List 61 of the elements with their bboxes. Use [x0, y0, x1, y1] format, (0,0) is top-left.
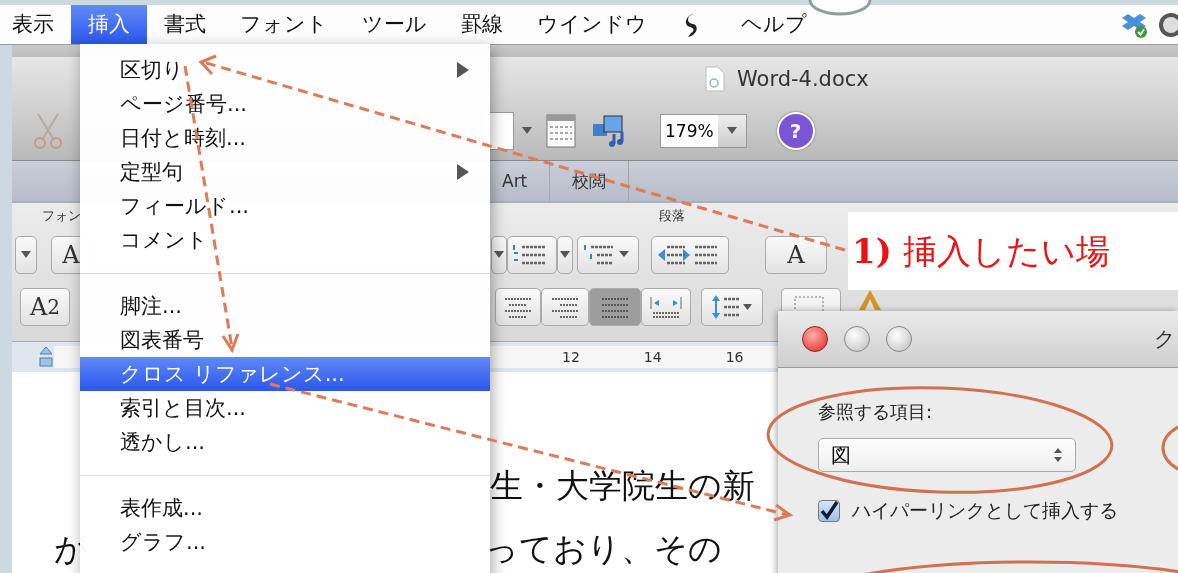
align-button[interactable]	[495, 288, 541, 326]
multilevel-list-button[interactable]	[577, 236, 639, 274]
dropdown-button[interactable]	[491, 236, 507, 274]
submenu-arrow-icon	[456, 163, 470, 181]
checkmark-icon	[819, 501, 839, 521]
status-icon[interactable]	[1158, 11, 1178, 38]
line-spacing-icon	[710, 293, 754, 321]
menu-item[interactable]: 索引と目次...	[80, 391, 490, 425]
menu-item[interactable]: 透かし...	[80, 425, 490, 459]
stepper-arrows-icon	[1053, 446, 1063, 464]
menu-item[interactable]: 表作成...	[80, 491, 490, 525]
ruler-number: 12	[562, 349, 580, 365]
numbered-list-button[interactable]	[507, 236, 557, 274]
menu-item[interactable]: 図表番号	[80, 323, 490, 357]
minimize-button[interactable]	[844, 326, 870, 352]
checkbox-label: ハイパーリンクとして挿入する	[852, 498, 1118, 523]
indent-marker-icon[interactable]	[38, 346, 54, 368]
group-label: 段落	[659, 207, 685, 225]
submenu-arrow-icon	[456, 61, 470, 79]
zoom-button[interactable]	[886, 326, 912, 352]
annotation-label: 1) 挿入したい場	[848, 212, 1178, 290]
caret-icon[interactable]	[726, 126, 737, 135]
menu-item[interactable]: フィールド...	[80, 189, 490, 223]
line-spacing-button[interactable]	[701, 288, 763, 326]
ruler-number: 16	[725, 349, 744, 365]
align-button[interactable]	[541, 288, 589, 326]
dialog-title: ク	[1154, 326, 1176, 353]
menu-item[interactable]: 書式	[147, 5, 223, 44]
justify-button[interactable]	[589, 288, 641, 326]
checkbox[interactable]	[818, 500, 840, 522]
menu-item[interactable]: 挿入	[71, 5, 147, 44]
table-icon[interactable]	[546, 113, 576, 148]
caret-icon	[494, 251, 504, 259]
close-button[interactable]	[802, 326, 828, 352]
distribute-button[interactable]	[641, 288, 691, 326]
ruler-number: 14	[643, 349, 662, 365]
document-icon	[705, 66, 725, 92]
caret-icon	[21, 251, 31, 259]
caret-icon	[560, 251, 570, 259]
reference-type-dropdown[interactable]: 図	[818, 438, 1076, 472]
menu-item[interactable]: フォント	[223, 5, 345, 44]
menu-item[interactable]: 定型句	[80, 155, 490, 189]
window-title: Word-4.docx	[737, 67, 869, 91]
menu-item[interactable]: ヘルプ	[724, 5, 824, 44]
dropdown-button[interactable]	[15, 236, 37, 274]
help-button[interactable]: ?	[776, 111, 815, 150]
caret-icon[interactable]	[522, 126, 532, 135]
menu-item[interactable]: 表示	[12, 5, 71, 44]
indent-buttons[interactable]	[651, 236, 729, 274]
text-direction-button[interactable]: A	[765, 236, 827, 274]
dropdown-button[interactable]	[557, 236, 573, 274]
field-label: 参照する項目:	[818, 400, 934, 424]
group-label: フォン	[42, 207, 81, 225]
menu-item[interactable]: 区切り	[80, 53, 490, 87]
menu-item[interactable]: 脚注...	[80, 289, 490, 323]
menu-item[interactable]: クロス リファレンス...	[80, 357, 490, 391]
distribute-icon	[649, 295, 683, 319]
menu-item[interactable]: 罫線	[444, 5, 520, 44]
menu-item[interactable]: ウインドウ	[520, 5, 664, 44]
menu-item[interactable]: ツール	[345, 5, 444, 44]
zoom-field[interactable]: 179%	[660, 113, 747, 148]
